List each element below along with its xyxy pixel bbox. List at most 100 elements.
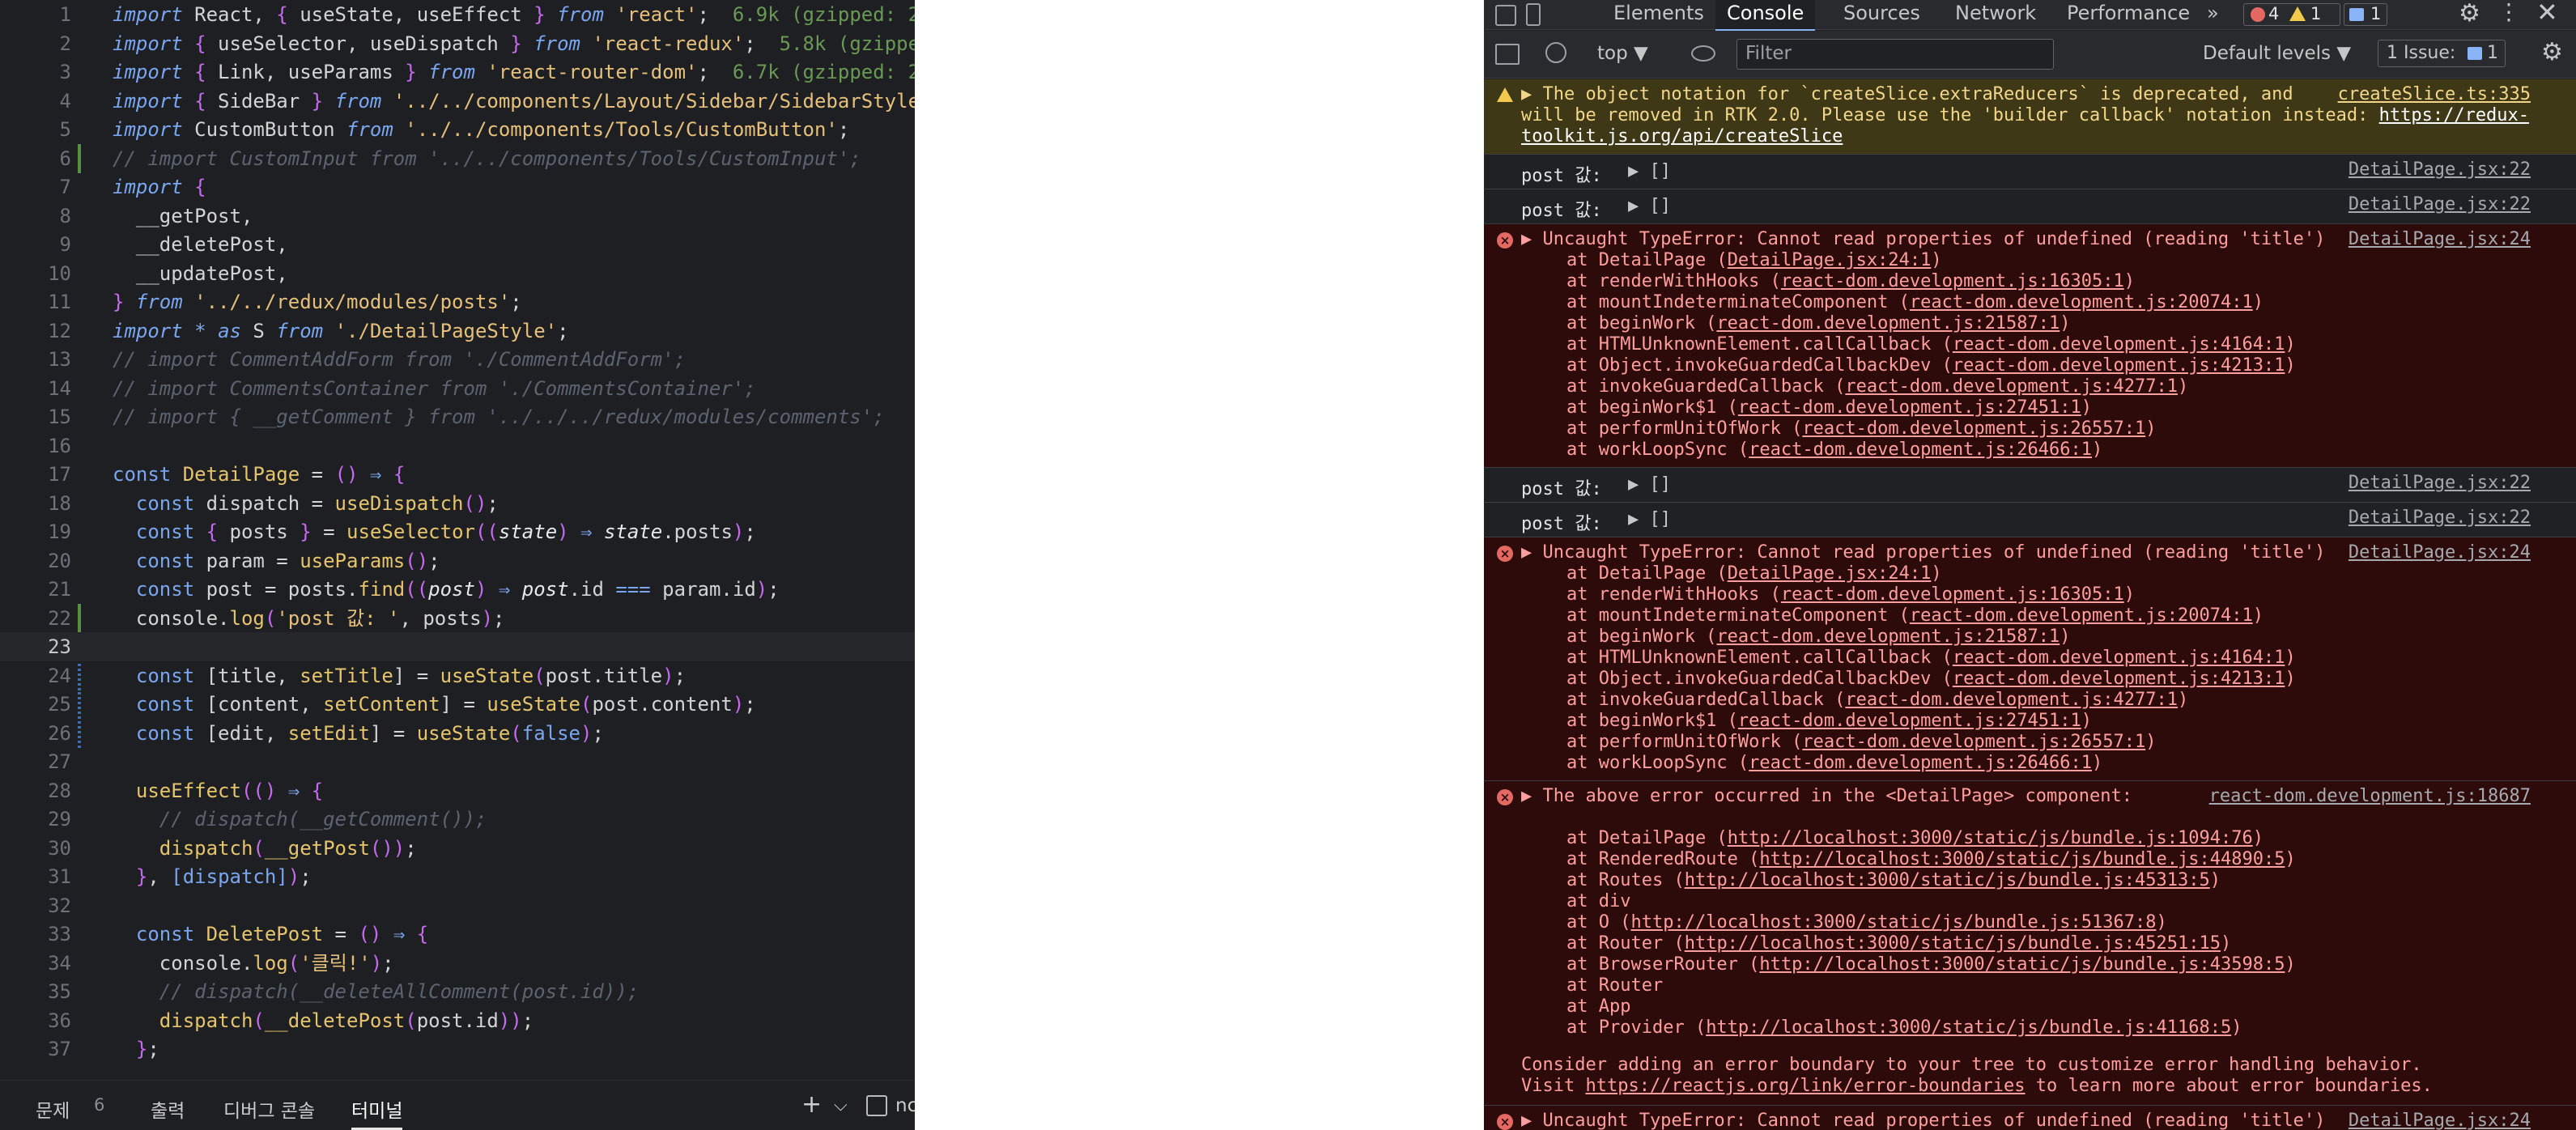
source-link[interactable]: DetailPage.jsx:22 [2349,508,2531,528]
clear-console-icon[interactable] [1545,42,1566,63]
close-icon[interactable]: ✕ [2536,0,2558,26]
git-change-marker[interactable] [78,690,81,719]
terminal-icon[interactable] [866,1095,887,1116]
code-line[interactable]: 15 // import { __getComment } from '../..… [0,402,915,431]
line-number[interactable]: 27 [0,747,71,776]
console-settings-icon[interactable]: ⚙ [2541,39,2563,66]
code-line[interactable]: 18 const dispatch = useDispatch(); [0,489,915,518]
stack-frame-link[interactable]: react-dom.development.js:26557:1 [1802,732,2145,752]
source-link[interactable]: DetailPage.jsx:22 [2349,159,2531,180]
stack-frame-link[interactable]: react-dom.development.js:21587:1 [1716,313,2060,333]
line-number[interactable]: 17 [0,460,71,489]
stack-frame-link[interactable]: react-dom.development.js:26557:1 [1802,418,2145,439]
stack-frame-link[interactable]: react-dom.development.js:27451:1 [1738,711,2081,731]
line-number[interactable]: 14 [0,374,71,403]
code-line[interactable]: 30 dispatch(__getPost()); [0,834,915,863]
device-toolbar-icon[interactable] [1526,3,1541,26]
line-number[interactable]: 37 [0,1034,71,1064]
line-number[interactable]: 26 [0,719,71,748]
code-line[interactable]: 14 // import CommentsContainer from './Co… [0,374,915,403]
stack-frame-link[interactable]: http://localhost:3000/static/js/bundle.j… [1706,1017,2231,1038]
more-tabs-icon[interactable]: » [2207,0,2219,29]
git-change-marker[interactable] [78,718,81,748]
line-number[interactable]: 33 [0,920,71,949]
log-value-toggle[interactable]: ▶ [] [1628,474,1671,495]
line-number[interactable]: 20 [0,546,71,576]
code-line[interactable]: 9 __deletePost, [0,230,915,259]
issues-button[interactable]: 1 Issue: 1 [2378,40,2506,67]
code-line[interactable]: 7 import { [0,172,915,202]
code-line[interactable]: 13 // import CommentAddForm from './Comme… [0,345,915,374]
tab-output[interactable]: 출력 [151,1095,185,1123]
line-number[interactable]: 36 [0,1006,71,1035]
line-number[interactable]: 28 [0,776,71,805]
error-warning-counter[interactable]: 4 1 [2243,3,2340,26]
tab-problems[interactable]: 문제 [36,1095,70,1123]
tab-console[interactable]: Console [1715,0,1816,32]
stack-frame-link[interactable]: DetailPage.jsx:24:1 [1728,250,1932,270]
code-line[interactable]: 35 // dispatch(__deleteAllComment(post.i… [0,977,915,1006]
info-counter[interactable]: 1 [2344,3,2387,26]
line-number[interactable]: 34 [0,949,71,978]
line-number[interactable]: 12 [0,316,71,346]
code-line[interactable]: 22 console.log('post 값: ', posts); [0,603,915,633]
line-number[interactable]: 25 [0,690,71,719]
kebab-menu-icon[interactable]: ⋮ [2497,0,2520,24]
log-value-toggle[interactable]: ▶ [] [1628,196,1671,216]
code-line[interactable]: 17 const DetailPage = () ⇒ { [0,460,915,489]
line-number[interactable]: 30 [0,834,71,863]
filter-input-wrap[interactable] [1736,39,2054,70]
line-number[interactable]: 10 [0,259,71,288]
stack-frame-link[interactable]: react-dom.development.js:4164:1 [1953,334,2285,355]
code-line[interactable]: 26 const [edit, setEdit] = useState(fals… [0,718,915,748]
line-number[interactable]: 15 [0,402,71,431]
chevron-down-icon[interactable]: ⌵ [834,1095,848,1115]
code-line[interactable]: 1 import React, { useState, useEffect } f… [0,0,915,29]
line-number[interactable]: 13 [0,345,71,374]
line-number[interactable]: 5 [0,115,71,144]
code-line[interactable]: 34 console.log('클릭!'); [0,949,915,978]
line-number[interactable]: 8 [0,202,71,231]
console-output[interactable]: ▶ The object notation for `createSlice.e… [1484,79,2576,1130]
line-number[interactable]: 11 [0,287,71,316]
code-line[interactable]: 10 __updatePost, [0,259,915,288]
code-editor[interactable]: 1 import React, { useState, useEffect } f… [0,0,915,1130]
code-line[interactable]: 23 [0,632,915,661]
line-number[interactable]: 35 [0,977,71,1006]
code-line[interactable]: 36 dispatch(__deletePost(post.id)); [0,1006,915,1035]
log-value-toggle[interactable]: ▶ [] [1628,509,1671,529]
code-line[interactable]: 20 const param = useParams(); [0,546,915,576]
line-number[interactable]: 1 [0,0,71,29]
stack-frame-link[interactable]: http://localhost:3000/static/js/bundle.j… [1759,849,2285,869]
stack-frame-link[interactable]: react-dom.development.js:4277:1 [1845,690,2178,710]
stack-frame-link[interactable]: react-dom.development.js:16305:1 [1781,271,2124,291]
line-number[interactable]: 32 [0,891,71,920]
tab-sources[interactable]: Sources [1843,0,1920,29]
inspect-element-icon[interactable] [1495,5,1516,26]
stack-frame-link[interactable]: react-dom.development.js:26466:1 [1749,440,2092,460]
line-number[interactable]: 3 [0,57,71,87]
line-number[interactable]: 23 [0,632,71,661]
code-line[interactable]: 4 import { SideBar } from '../../componen… [0,87,915,116]
git-change-marker[interactable] [78,143,81,173]
stack-frame-link[interactable]: http://localhost:3000/static/js/bundle.j… [1728,828,2253,848]
log-levels-dropdown[interactable]: Default levels ▼ [2203,43,2351,64]
code-line[interactable]: 8 __getPost, [0,202,915,231]
code-line[interactable]: 3 import { Link, useParams } from 'react-… [0,57,915,87]
warning-link[interactable]: toolkit.js.org/api/createSlice [1521,126,1843,147]
code-line[interactable]: 24 const [title, setTitle] = useState(po… [0,661,915,690]
code-line[interactable]: 21 const post = posts.find((post) ⇒ post… [0,575,915,604]
stack-frame-link[interactable]: react-dom.development.js:20074:1 [1910,605,2253,626]
plus-icon[interactable]: + [801,1090,822,1119]
code-line[interactable]: 27 [0,747,915,776]
line-number[interactable]: 19 [0,517,71,546]
log-value-toggle[interactable]: ▶ [] [1628,161,1671,181]
line-number[interactable]: 7 [0,172,71,202]
stack-frame-link[interactable]: react-dom.development.js:26466:1 [1749,753,2092,773]
code-line[interactable]: 5 import CustomButton from '../../compone… [0,115,915,144]
context-selector[interactable]: top ▼ [1597,43,1648,64]
stack-frame-link[interactable]: react-dom.development.js:4213:1 [1953,669,2285,689]
terminal-name-label[interactable]: nc [895,1095,915,1116]
line-number[interactable]: 4 [0,87,71,116]
code-line[interactable]: 2 import { useSelector, useDispatch } fro… [0,29,915,58]
